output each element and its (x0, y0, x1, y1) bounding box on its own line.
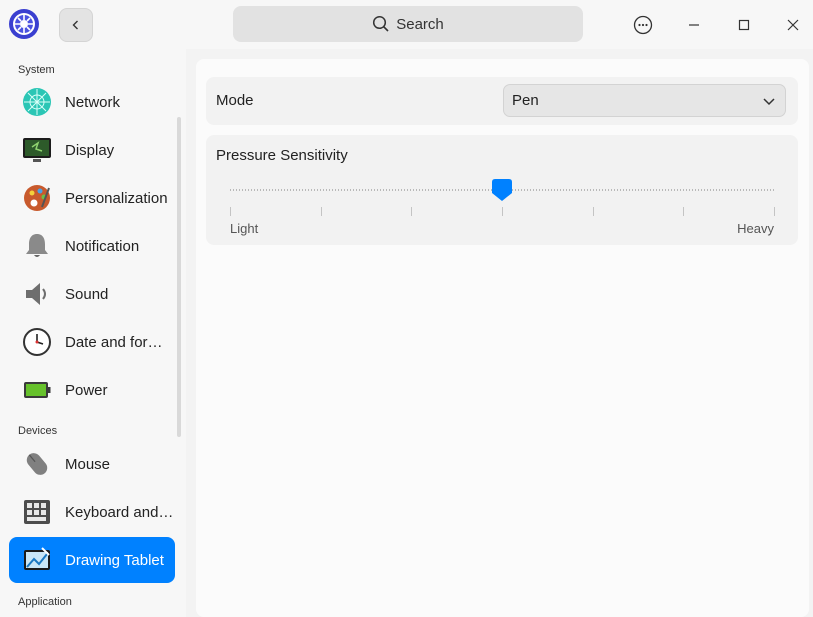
sidebar-item-drawing-tablet[interactable]: Drawing Tablet (9, 537, 175, 583)
keyboard-icon (21, 496, 53, 528)
tablet-icon (21, 544, 53, 576)
sidebar-item-label: Personalization (65, 189, 168, 207)
pressure-slider-handle[interactable] (492, 179, 512, 206)
slider-tick (320, 207, 322, 216)
speaker-icon (21, 278, 53, 310)
display-icon (21, 134, 53, 166)
close-icon (787, 19, 799, 31)
sidebar-item-power[interactable]: Power (9, 367, 175, 413)
sidebar-item-label: Notification (65, 237, 140, 255)
sidebar-item-label: Date and for… (65, 333, 163, 351)
sidebar-item-date-and-format[interactable]: Date and for… (9, 319, 175, 365)
section-label-application: Application (18, 596, 72, 608)
settings-app-icon (8, 8, 40, 40)
minimize-icon (689, 24, 699, 26)
mode-label: Mode (216, 92, 254, 109)
sidebar-item-label: Network (65, 93, 121, 111)
section-label-system: System (18, 64, 55, 76)
chevron-down-icon (763, 98, 775, 106)
slider-tick (411, 207, 413, 216)
search-input[interactable]: Search (233, 6, 583, 42)
clock-icon (21, 326, 53, 358)
sidebar-item-label: Drawing Tablet (65, 551, 164, 569)
sidebar-item-label: Power (65, 381, 108, 399)
sidebar-item-notification[interactable]: Notification (9, 223, 175, 269)
more-options-button[interactable] (626, 8, 660, 42)
bell-icon (21, 230, 53, 262)
network-icon (21, 86, 53, 118)
settings-content: Mode Pen Pressure Sensitivity Light Heav… (196, 59, 809, 617)
sidebar-scrollbar[interactable] (177, 117, 181, 437)
title-bar: Search (0, 0, 813, 49)
sidebar: System Network Display Personalization N… (0, 49, 186, 617)
sidebar-item-network[interactable]: Network (9, 79, 175, 125)
mouse-icon (21, 448, 53, 480)
slider-tick (774, 207, 775, 216)
back-button[interactable] (59, 8, 93, 42)
battery-icon (21, 374, 53, 406)
pressure-sensitivity-title: Pressure Sensitivity (216, 147, 348, 164)
close-button[interactable] (776, 8, 810, 42)
mode-dropdown[interactable]: Pen (503, 84, 786, 117)
slider-tick (502, 207, 503, 216)
chevron-left-icon (72, 20, 78, 30)
slider-tick (230, 207, 231, 216)
pressure-sensitivity-card: Pressure Sensitivity Light Heavy (206, 135, 798, 245)
minimize-button[interactable] (677, 8, 711, 42)
mode-value: Pen (512, 92, 539, 109)
slider-min-label: Light (230, 221, 259, 236)
sidebar-item-mouse[interactable]: Mouse (9, 441, 175, 487)
sidebar-item-label: Mouse (65, 455, 111, 473)
mode-row: Mode Pen (206, 77, 798, 125)
sidebar-item-label: Display (65, 141, 115, 159)
more-icon (633, 15, 653, 35)
search-placeholder: Search (396, 15, 444, 33)
section-label-devices: Devices (18, 425, 58, 437)
sidebar-item-display[interactable]: Display (9, 127, 175, 173)
maximize-button[interactable] (727, 8, 761, 42)
sidebar-item-keyboard[interactable]: Keyboard and… (9, 489, 175, 535)
palette-icon (21, 182, 53, 214)
sidebar-item-sound[interactable]: Sound (9, 271, 175, 317)
sidebar-item-label: Keyboard and… (65, 503, 174, 521)
maximize-icon (738, 19, 750, 31)
search-icon (373, 15, 389, 32)
sidebar-item-personalization[interactable]: Personalization (9, 175, 175, 221)
sidebar-item-label: Sound (65, 285, 109, 303)
slider-max-label: Heavy (737, 221, 774, 236)
slider-tick (592, 207, 594, 216)
slider-tick (683, 207, 685, 216)
